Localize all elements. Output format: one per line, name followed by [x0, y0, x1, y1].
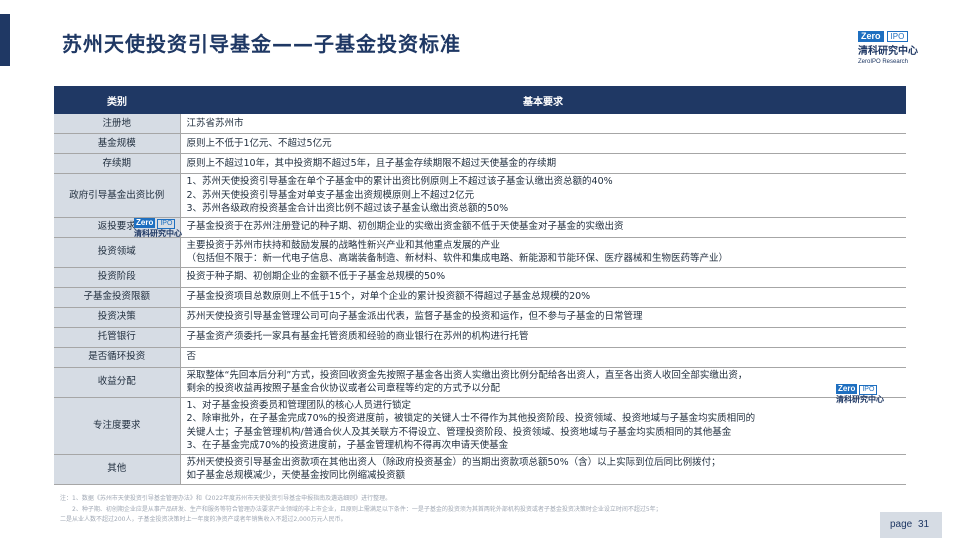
table-row: 基金规模 原则上不低于1亿元、不超过5亿元 [54, 133, 906, 154]
row-category: 其他 [54, 454, 181, 485]
row-requirement: 子基金投资项目总数原则上不低于15个，对单个企业的累计投资额不得超过子基金总规模… [180, 287, 906, 308]
table-row: 托管银行 子基金资产须委托一家具有基金托管资质和经验的商业银行在苏州的机构进行托… [54, 327, 906, 348]
row-requirement: 1、对子基金投资委员和管理团队的核心人员进行锁定 2、除审批外，在子基金完成70… [180, 397, 906, 455]
row-requirement: 否 [180, 347, 906, 368]
table-row: 投资领域 主要投资于苏州市扶持和鼓励发展的战略性新兴产业和其他重点发展的产业 （… [54, 237, 906, 268]
row-category: 存续期 [54, 153, 181, 174]
table-row: 收益分配 采取整体“先回本后分利”方式，投资回收资金先按照子基金各出资人实缴出资… [54, 367, 906, 398]
logo-en-text: ZeroIPO Research [858, 59, 909, 65]
row-requirement: 子基金投资于在苏州注册登记的种子期、初创期企业的实缴出资金额不低于天使基金对子基… [180, 217, 906, 238]
fund-standards-table: 类别 基本要求 注册地 江苏省苏州市 基金规模 原则上不低于1亿元、不超过5亿元… [54, 86, 906, 485]
row-requirement: 投资于种子期、初创期企业的金额不低于子基金总规模的50% [180, 267, 906, 288]
row-category: 专注度要求 [54, 397, 181, 455]
table-row: 注册地 江苏省苏州市 [54, 114, 906, 134]
row-requirement: 江苏省苏州市 [180, 114, 906, 134]
page-title: 苏州天使投资引导基金——子基金投资标准 [62, 32, 461, 56]
table-row: 存续期 原则上不超过10年，其中投资期不超过5年，且子基金存续期限不超过天使基金… [54, 153, 906, 174]
table-row: 子基金投资限额 子基金投资项目总数原则上不低于15个，对单个企业的累计投资额不得… [54, 287, 906, 308]
row-requirement: 苏州天使投资引导基金出资款项在其他出资人（除政府投资基金）的当期出资款项总额50… [180, 454, 906, 485]
row-requirement: 原则上不超过10年，其中投资期不超过5年，且子基金存续期限不超过天使基金的存续期 [180, 153, 906, 174]
footnote-line: 注：1、数据《苏州市天使投资引导基金管理办法》和《2022年度苏州市天使投资引导… [60, 495, 392, 502]
row-category: 子基金投资限额 [54, 287, 181, 308]
row-category: 投资领域 [54, 237, 181, 268]
row-category: 收益分配 [54, 367, 181, 398]
table-row: 是否循环投资 否 [54, 347, 906, 368]
row-requirement: 原则上不低于1亿元、不超过5亿元 [180, 133, 906, 154]
row-requirement: 采取整体“先回本后分利”方式，投资回收资金先按照子基金各出资人实缴出资比例分配给… [180, 367, 906, 398]
header-accent-bar [0, 14, 10, 66]
footnote-line: 2、种子期、初创期企业应是从事产品研发、生产和服务等符合管理办法要求产业领域的非… [72, 505, 662, 513]
row-category: 投资阶段 [54, 267, 181, 288]
table-row: 其他 苏州天使投资引导基金出资款项在其他出资人（除政府投资基金）的当期出资款项总… [54, 454, 906, 485]
page-label: page [890, 519, 913, 530]
row-category: 托管银行 [54, 327, 181, 348]
table-row: 投资阶段 投资于种子期、初创期企业的金额不低于子基金总规模的50% [54, 267, 906, 288]
page-number: 31 [918, 519, 930, 530]
zeroipo-logo: Zero IPO 清科研究中心 ZeroIPO Research [858, 24, 940, 65]
row-requirement: 1、苏州天使投资引导基金在单个子基金中的累计出资比例原则上不超过该子基金认缴出资… [180, 173, 906, 218]
table-row: 专注度要求 1、对子基金投资委员和管理团队的核心人员进行锁定 2、除审批外，在子… [54, 397, 906, 455]
row-category: 基金规模 [54, 133, 181, 154]
footnote-line: 二是从业人数不超过200人，子基金投资决策时上一年度的净资产或者年销售收入不超过… [60, 516, 347, 523]
table-header-row: 类别 基本要求 [54, 86, 906, 114]
row-requirement: 苏州天使投资引导基金管理公司可向子基金派出代表，监督子基金的投资和运作，但不参与… [180, 307, 906, 328]
logo-cn-text: 清科研究中心 [858, 46, 918, 57]
watermark-logo: Zero IPO 清科研究中心 [836, 384, 884, 404]
column-header-category: 类别 [54, 86, 180, 114]
row-category: 投资决策 [54, 307, 181, 328]
watermark-logo: Zero IPO 清科研究中心 [134, 218, 182, 238]
table-row: 投资决策 苏州天使投资引导基金管理公司可向子基金派出代表，监督子基金的投资和运作… [54, 307, 906, 328]
row-category: 是否循环投资 [54, 347, 181, 368]
row-category: 注册地 [54, 114, 181, 134]
row-requirement: 主要投资于苏州市扶持和鼓励发展的战略性新兴产业和其他重点发展的产业 （包括但不限… [180, 237, 906, 268]
footnotes: 注：1、数据《苏州市天使投资引导基金管理办法》和《2022年度苏州市天使投资引导… [60, 494, 890, 526]
column-header-requirement: 基本要求 [180, 86, 906, 114]
page-number-box: page 31 [880, 512, 942, 538]
row-requirement: 子基金资产须委托一家具有基金托管资质和经验的商业银行在苏州的机构进行托管 [180, 327, 906, 348]
